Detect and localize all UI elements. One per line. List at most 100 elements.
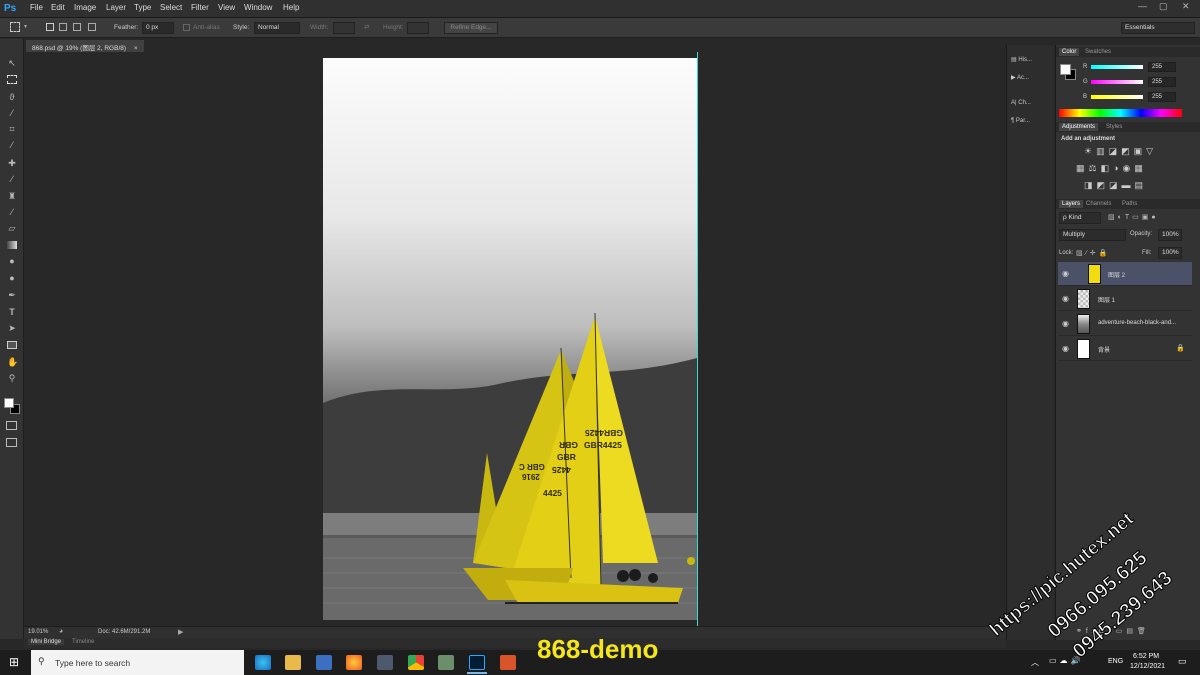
layer-row[interactable]: ◉ adventure-beach-black-and... (1058, 312, 1192, 336)
feather-input[interactable]: 0 px (142, 22, 174, 34)
layer-kind-filter[interactable]: ρ Kind (1059, 212, 1101, 224)
healing-brush-tool-icon[interactable]: ✚ (7, 158, 17, 168)
pen-tool-icon[interactable]: ✒ (7, 290, 17, 300)
chrome-icon[interactable] (408, 655, 424, 670)
document-tab-close-icon[interactable]: × (134, 45, 138, 52)
hand-tool-icon[interactable]: ✋ (7, 357, 18, 367)
menu-edit[interactable]: Edit (51, 3, 65, 12)
edge-icon[interactable] (255, 655, 271, 670)
tray-chevron-icon[interactable]: ︿ (1031, 657, 1039, 668)
calculator-icon[interactable] (377, 655, 393, 670)
crop-tool-icon[interactable]: ⌗ (7, 124, 17, 134)
layer-row[interactable]: ◉ 图层 1 (1058, 287, 1192, 311)
store-icon[interactable] (316, 655, 332, 670)
refine-edge-button[interactable]: Refine Edge... (444, 22, 498, 34)
minimize-button[interactable]: — (1138, 1, 1147, 11)
menu-type[interactable]: Type (134, 3, 151, 12)
color-foreground-swatch[interactable] (1060, 64, 1071, 75)
adjustment-icons-row3[interactable]: ◨◩◪▬▤ (1084, 180, 1147, 191)
lasso-tool-icon[interactable]: ϑ (7, 92, 17, 102)
blur-tool-icon[interactable]: ● (7, 256, 17, 266)
tab-swatches[interactable]: Swatches (1085, 49, 1111, 55)
dock-history[interactable]: ▤ His... (1011, 56, 1032, 63)
g-value[interactable]: 255 (1148, 77, 1176, 87)
menu-view[interactable]: View (218, 3, 235, 12)
language-indicator[interactable]: ENG (1108, 658, 1123, 665)
menu-filter[interactable]: Filter (191, 3, 209, 12)
move-tool-icon[interactable]: ↖ (7, 58, 17, 68)
workspace-select[interactable]: Essentials (1121, 22, 1195, 34)
quick-select-tool-icon[interactable]: ⁄ (7, 108, 17, 118)
photos-icon[interactable] (438, 655, 454, 670)
firefox-icon[interactable] (346, 655, 362, 670)
app-taskbar-icon[interactable] (500, 655, 516, 670)
tab-paths[interactable]: Paths (1122, 201, 1137, 207)
menu-layer[interactable]: Layer (106, 3, 126, 12)
document-tab[interactable]: 868.psd @ 19% (图层 2, RGB/8) × (26, 40, 144, 52)
eyedropper-tool-icon[interactable]: ⁄ (7, 140, 17, 150)
clock-date[interactable]: 12/12/2021 (1130, 663, 1165, 670)
swap-icon[interactable]: ⇄ (364, 23, 369, 31)
intersect-selection-icon[interactable] (88, 23, 96, 31)
dodge-tool-icon[interactable]: ● (7, 273, 17, 283)
zoom-level[interactable]: 19.01% (28, 629, 48, 635)
brush-tool-icon[interactable]: ∕ (7, 174, 17, 184)
photoshop-taskbar-icon[interactable] (469, 655, 485, 670)
visibility-eye-icon[interactable]: ◉ (1062, 269, 1069, 278)
preset-chevron-icon[interactable]: ▾ (24, 23, 27, 30)
adjustment-icons-row1[interactable]: ☀▥◪◩▣▽ (1084, 146, 1157, 157)
menu-image[interactable]: Image (74, 3, 96, 12)
close-window-button[interactable]: ✕ (1182, 1, 1190, 12)
gradient-tool-icon[interactable] (7, 241, 17, 249)
marquee-tool-preset-icon[interactable] (10, 22, 20, 32)
rectangle-tool-icon[interactable] (7, 341, 17, 349)
history-brush-tool-icon[interactable]: ∕ (7, 207, 17, 217)
zoom-tool-icon[interactable]: ⚲ (7, 373, 17, 383)
width-input[interactable] (333, 22, 355, 34)
lock-icons[interactable]: ▨∕✛🔒 (1076, 249, 1110, 257)
menu-window[interactable]: Window (244, 3, 272, 12)
b-slider[interactable] (1091, 95, 1143, 99)
style-select[interactable]: Normal (254, 22, 300, 34)
start-button-icon[interactable]: ⊞ (9, 655, 19, 669)
clone-stamp-tool-icon[interactable]: ♜ (7, 191, 17, 201)
screen-mode-icon[interactable] (6, 438, 17, 447)
marquee-tool-icon[interactable] (7, 75, 17, 84)
height-input[interactable] (407, 22, 429, 34)
fill-input[interactable]: 100% (1158, 247, 1182, 259)
tab-color[interactable]: Color (1059, 48, 1080, 56)
dock-character[interactable]: A| Ch... (1011, 100, 1031, 106)
r-slider[interactable] (1091, 65, 1143, 69)
tab-mini-bridge[interactable]: Mini Bridge (28, 639, 65, 645)
type-tool-icon[interactable]: T (7, 307, 17, 317)
menu-select[interactable]: Select (160, 3, 182, 12)
g-slider[interactable] (1091, 80, 1143, 84)
guide-line[interactable] (697, 52, 698, 626)
opacity-input[interactable]: 100% (1158, 229, 1182, 241)
antialias-checkbox[interactable] (183, 24, 190, 31)
blend-mode-select[interactable]: Multiply (1059, 229, 1126, 241)
new-selection-icon[interactable] (46, 23, 54, 31)
quick-mask-icon[interactable] (6, 421, 17, 430)
tab-styles[interactable]: Styles (1106, 124, 1122, 130)
foreground-color-swatch[interactable] (4, 398, 14, 408)
visibility-eye-icon[interactable]: ◉ (1062, 319, 1069, 328)
eraser-tool-icon[interactable]: ▱ (7, 223, 17, 233)
visibility-eye-icon[interactable]: ◉ (1062, 294, 1069, 303)
layer-row[interactable]: ◉ 背景 🔒 (1058, 337, 1192, 361)
add-selection-icon[interactable] (59, 23, 67, 31)
clock-time[interactable]: 6:52 PM (1133, 653, 1159, 660)
maximize-button[interactable]: ▢ (1159, 1, 1168, 12)
layer-filter-icons[interactable]: ▨◐T▭▣● (1108, 213, 1159, 221)
r-value[interactable]: 255 (1148, 62, 1176, 72)
tab-layers[interactable]: Layers (1059, 200, 1084, 208)
status-menu-arrow-icon[interactable]: ▶ (178, 628, 183, 636)
tab-adjustments[interactable]: Adjustments (1059, 123, 1099, 131)
tab-timeline[interactable]: Timeline (72, 639, 94, 645)
menu-file[interactable]: File (30, 3, 43, 12)
path-selection-tool-icon[interactable]: ➤ (7, 323, 17, 333)
file-explorer-icon[interactable] (285, 655, 301, 670)
adjustment-icons-row2[interactable]: ▦⚖◧◑◉▦ (1076, 163, 1147, 174)
document-canvas-image[interactable]: GBR4425 GBR4425 GBR GBR 4425 4425 GBR C … (323, 58, 697, 620)
color-spectrum-ramp[interactable] (1059, 109, 1182, 117)
